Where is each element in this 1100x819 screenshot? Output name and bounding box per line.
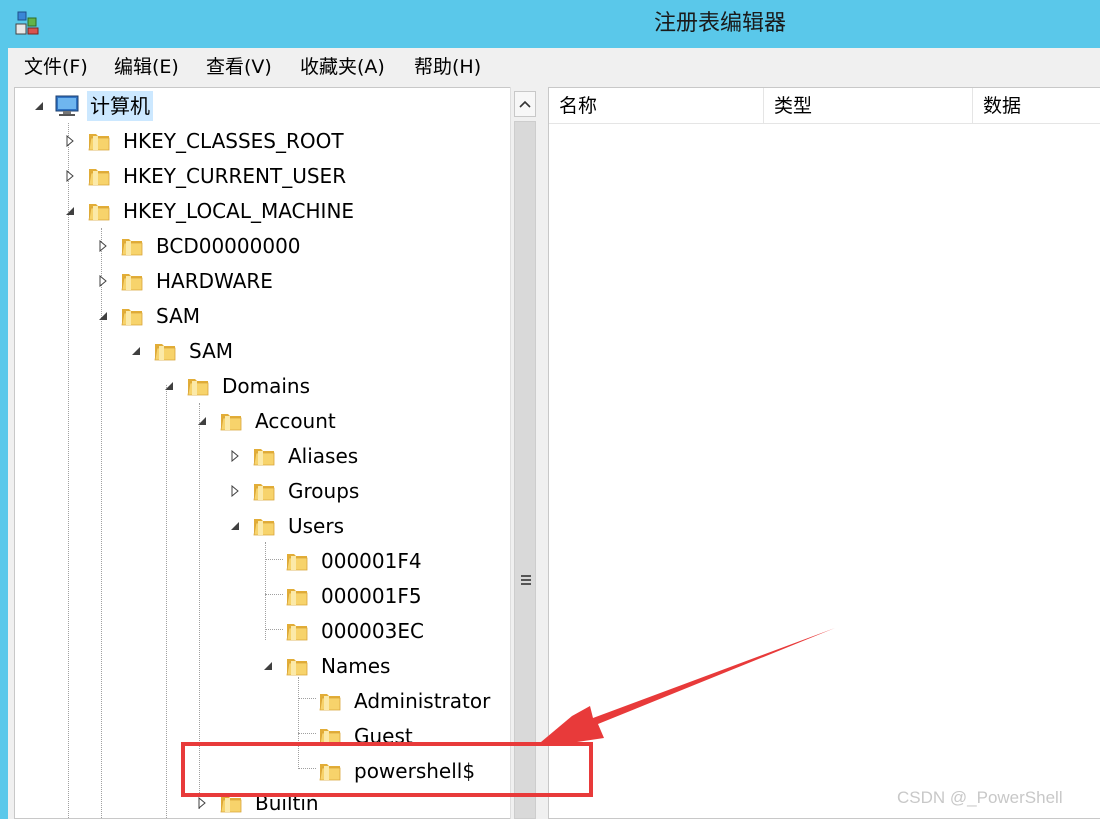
collapse-arrow-icon[interactable]	[64, 205, 76, 217]
expand-arrow-icon[interactable]	[64, 135, 76, 147]
tree-label: Domains	[222, 374, 311, 398]
tree-label: HKEY_CLASSES_ROOT	[123, 129, 344, 153]
menu-favorites[interactable]: 收藏夹(A)	[298, 54, 387, 80]
menu-view[interactable]: 查看(V)	[204, 54, 274, 80]
tree-node-000003ec[interactable]: 000003EC	[15, 616, 515, 646]
folder-icon	[87, 200, 111, 222]
tree-node-computer[interactable]: 计算机	[15, 91, 515, 121]
tree-label: Users	[288, 514, 345, 538]
column-header-data[interactable]: 数据	[973, 88, 1100, 124]
tree-label: Groups	[288, 479, 360, 503]
registry-tree[interactable]: 计算机 HKEY_CLASSES_ROOT HKEY_CURRENT_USER …	[14, 87, 540, 819]
folder-icon	[252, 515, 276, 537]
folder-icon	[285, 655, 309, 677]
tree-node-hkey-current-user[interactable]: HKEY_CURRENT_USER	[15, 161, 515, 191]
expand-arrow-icon[interactable]	[229, 450, 241, 462]
scroll-thumb[interactable]	[514, 121, 536, 819]
collapse-arrow-icon[interactable]	[130, 345, 142, 357]
tree-node-groups[interactable]: Groups	[15, 476, 515, 506]
collapse-arrow-icon[interactable]	[33, 100, 45, 112]
tree-node-sam-sam[interactable]: SAM	[15, 336, 515, 366]
folder-icon	[186, 375, 210, 397]
folder-icon	[120, 305, 144, 327]
tree-node-aliases[interactable]: Aliases	[15, 441, 515, 471]
tree-label: Administrator	[354, 689, 491, 713]
folder-icon	[285, 585, 309, 607]
folder-icon	[285, 620, 309, 642]
tree-node-000001f5[interactable]: 000001F5	[15, 581, 515, 611]
tree-node-account[interactable]: Account	[15, 406, 515, 436]
tree-node-hardware[interactable]: HARDWARE	[15, 266, 515, 296]
folder-icon	[252, 480, 276, 502]
tree-label: Aliases	[288, 444, 359, 468]
annotation-highlight-box	[181, 742, 593, 797]
tree-node-hkey-classes-root[interactable]: HKEY_CLASSES_ROOT	[15, 126, 515, 156]
values-list[interactable]: 名称 类型 数据	[548, 87, 1100, 819]
expand-arrow-icon[interactable]	[196, 797, 208, 809]
title-bar: 注册表编辑器	[0, 0, 1100, 48]
window-title: 注册表编辑器	[653, 11, 786, 36]
folder-icon	[153, 340, 177, 362]
collapse-arrow-icon[interactable]	[196, 415, 208, 427]
tree-label: 000001F4	[321, 549, 422, 573]
watermark: CSDN @_PowerShell	[897, 788, 1063, 807]
tree-label: HARDWARE	[156, 269, 273, 293]
menu-help[interactable]: 帮助(H)	[412, 54, 483, 80]
collapse-arrow-icon[interactable]	[262, 660, 274, 672]
tree-label: SAM	[156, 304, 201, 328]
tree-label: HKEY_LOCAL_MACHINE	[123, 199, 355, 223]
tree-node-sam[interactable]: SAM	[15, 301, 515, 331]
folder-icon	[87, 130, 111, 152]
tree-node-bcd[interactable]: BCD00000000	[15, 231, 515, 261]
collapse-arrow-icon[interactable]	[163, 380, 175, 392]
tree-label: 000003EC	[321, 619, 424, 643]
column-header-name[interactable]: 名称	[549, 88, 764, 124]
folder-icon	[120, 270, 144, 292]
expand-arrow-icon[interactable]	[97, 275, 109, 287]
menu-edit[interactable]: 编辑(E)	[112, 54, 181, 80]
folder-icon	[120, 235, 144, 257]
menu-file[interactable]: 文件(F)	[22, 54, 90, 80]
tree-scrollbar[interactable]	[510, 87, 540, 819]
expand-arrow-icon[interactable]	[97, 240, 109, 252]
folder-icon	[87, 165, 111, 187]
expand-arrow-icon[interactable]	[64, 170, 76, 182]
expand-arrow-icon[interactable]	[229, 485, 241, 497]
tree-label: BCD00000000	[156, 234, 301, 258]
folder-icon	[318, 690, 342, 712]
tree-node-administrator[interactable]: Administrator	[15, 686, 515, 716]
tree-label: Names	[321, 654, 391, 678]
tree-node-users[interactable]: Users	[15, 511, 515, 541]
scroll-up-button[interactable]	[514, 91, 536, 117]
tree-label: HKEY_CURRENT_USER	[123, 164, 347, 188]
tree-label: 000001F5	[321, 584, 422, 608]
collapse-arrow-icon[interactable]	[229, 520, 241, 532]
grip-icon	[521, 575, 531, 585]
tree-node-hkey-local-machine[interactable]: HKEY_LOCAL_MACHINE	[15, 196, 515, 226]
menu-bar: 文件(F) 编辑(E) 查看(V) 收藏夹(A) 帮助(H)	[8, 48, 1100, 86]
chevron-up-icon	[519, 100, 531, 108]
tree-label: 计算机	[87, 91, 153, 121]
computer-icon	[55, 95, 79, 116]
tree-node-domains[interactable]: Domains	[15, 371, 515, 401]
column-header-type[interactable]: 类型	[764, 88, 973, 124]
folder-icon	[252, 445, 276, 467]
tree-label: Account	[255, 409, 336, 433]
folder-icon	[219, 410, 243, 432]
collapse-arrow-icon[interactable]	[97, 310, 109, 322]
folder-icon	[285, 550, 309, 572]
tree-label: SAM	[189, 339, 234, 363]
tree-node-000001f4[interactable]: 000001F4	[15, 546, 515, 576]
tree-node-names[interactable]: Names	[15, 651, 515, 681]
